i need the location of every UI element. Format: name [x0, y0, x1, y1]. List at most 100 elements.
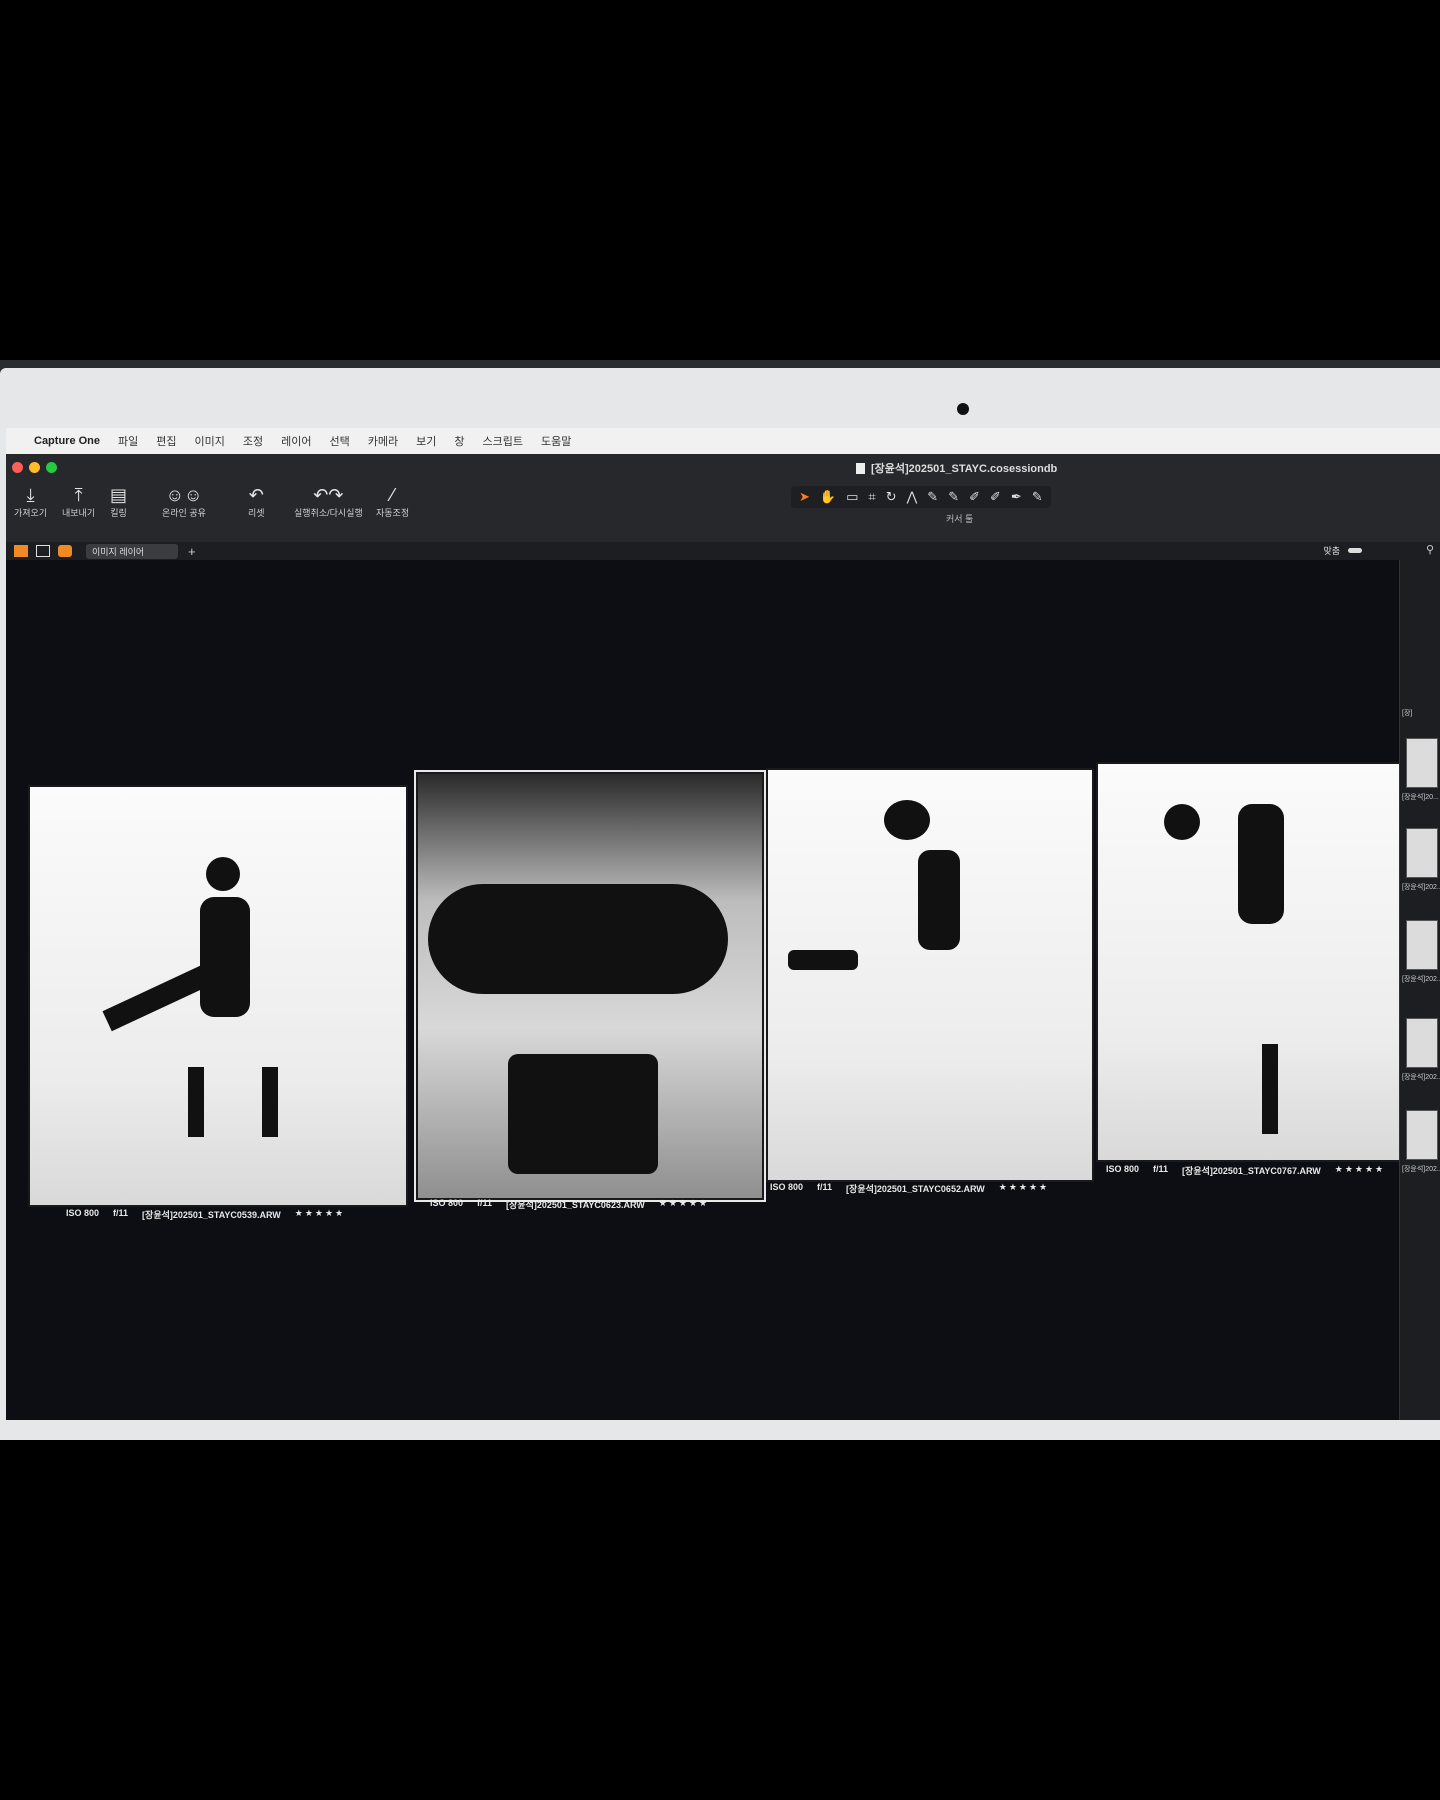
hand-icon[interactable]: ✋ — [820, 489, 836, 505]
filmstrip-label: [장윤석]20... — [1402, 794, 1439, 801]
select-cursor-icon[interactable]: ➤ — [799, 489, 810, 505]
export-button[interactable]: ⤒ 내보내기 — [62, 484, 95, 519]
filmstrip-label: [장윤석]202...0636.ARW — [1402, 1074, 1440, 1081]
brush-icon[interactable]: ✎ — [948, 489, 959, 505]
gradient-icon[interactable]: ✐ — [990, 489, 1001, 505]
photo-thumbnail[interactable] — [766, 768, 1094, 1182]
export-label: 내보내기 — [62, 508, 96, 518]
iso-value: ISO 800 — [770, 1182, 804, 1192]
app-menu[interactable]: Capture One — [34, 435, 100, 447]
add-layer-icon[interactable]: + — [188, 544, 196, 559]
iso-value: ISO 800 — [1106, 1164, 1140, 1174]
search-icon[interactable]: ⚲ — [1426, 543, 1434, 556]
photo-caption: ISO 800 f/11 [장윤석]202501_STAYC0767.ARW ★… — [1106, 1164, 1385, 1177]
share-button[interactable]: ☺☺ 온라인 공유 — [162, 484, 206, 519]
keystone-icon[interactable]: ⋀ — [907, 489, 918, 505]
image-viewer: ISO 800 f/11 [장윤석]202501_STAYC0539.ARW ★… — [6, 560, 1406, 1420]
figure-boot — [188, 1067, 204, 1137]
figure-boot — [262, 1067, 278, 1137]
filmstrip-label: [장윤석]202...0639.ARW — [1402, 1166, 1440, 1173]
undo-redo-button[interactable]: ↶↷ 실행취소/다시실행 — [294, 484, 363, 519]
figure-body — [200, 897, 250, 1017]
reset-icon: ↶ — [248, 485, 264, 505]
figure-body — [1238, 804, 1284, 924]
toolbar: [장윤석]202501_STAYC.cosessiondb ⤓ 가져오기 ⤒ 내… — [6, 454, 1440, 542]
minimize-button[interactable] — [29, 462, 40, 473]
rating-stars[interactable]: ★★★★★ — [659, 1198, 709, 1211]
single-view-icon[interactable] — [36, 545, 50, 557]
filmstrip-thumb[interactable] — [1406, 738, 1438, 788]
photo-caption: ISO 800 f/11 [장윤석]202501_STAYC0652.ARW ★… — [770, 1182, 1049, 1195]
people-icon: ☺☺ — [165, 485, 203, 505]
import-icon: ⤓ — [26, 485, 35, 505]
menu-help[interactable]: 도움말 — [541, 433, 571, 449]
filmstrip-thumb[interactable] — [1406, 920, 1438, 970]
figure-sunglasses — [428, 884, 728, 994]
filmstrip: [장] [장윤석]20... [장윤석]202...06 [장윤석]202...… — [1399, 560, 1440, 1420]
photo-thumbnail-selected[interactable] — [414, 770, 766, 1202]
annotation-icon[interactable]: ✎ — [1032, 489, 1043, 505]
picker-icon[interactable]: ✒ — [1011, 489, 1022, 505]
filmstrip-label: [장윤석]202...0633.A — [1402, 976, 1440, 983]
reset-button[interactable]: ↶ 리셋 — [248, 484, 265, 519]
file-name: [장윤석]202501_STAYC0767.ARW — [1182, 1166, 1321, 1176]
photo-thumbnail[interactable] — [28, 785, 408, 1207]
menu-camera[interactable]: 카메라 — [368, 433, 398, 449]
window-controls — [12, 462, 57, 473]
aperture-value: f/11 — [113, 1208, 129, 1218]
proof-view-icon[interactable] — [58, 545, 72, 557]
zoom-slider[interactable] — [1348, 548, 1362, 553]
iso-value: ISO 800 — [66, 1208, 100, 1218]
rating-stars[interactable]: ★★★★★ — [999, 1182, 1049, 1195]
share-label: 온라인 공유 — [162, 508, 206, 518]
auto-adjust-button[interactable]: ⁄ 자동조정 — [376, 484, 409, 519]
figure-head — [1164, 804, 1200, 840]
menu-view[interactable]: 보기 — [416, 433, 436, 449]
layer-select[interactable]: 이미지 레이어 — [86, 543, 178, 559]
menu-image[interactable]: 이미지 — [195, 433, 225, 449]
figure-head — [884, 800, 930, 840]
cursor-tools: ➤ ✋ ▭ ⌗ ↻ ⋀ ✎ ✎ ✐ ✐ ✒ ✎ — [791, 486, 1051, 508]
aperture-value: f/11 — [477, 1198, 493, 1208]
eraser-icon[interactable]: ✐ — [969, 489, 980, 505]
auto-adjust-label: 자동조정 — [376, 508, 410, 518]
recipe-label: 킬링 — [110, 508, 127, 518]
viewer-bar: 이미지 레이어 + 맞춤 ⚲ — [6, 542, 1440, 560]
rating-stars[interactable]: ★★★★★ — [295, 1208, 345, 1221]
file-name: [장윤석]202501_STAYC0539.ARW — [142, 1210, 281, 1220]
menu-adjust[interactable]: 조정 — [243, 433, 263, 449]
menu-layer[interactable]: 레이어 — [281, 433, 311, 449]
document-icon — [856, 462, 865, 474]
photo-caption: ISO 800 f/11 [장윤석]202501_STAYC0623.ARW ★… — [430, 1198, 709, 1211]
filmstrip-thumb[interactable] — [1406, 1110, 1438, 1160]
reset-label: 리셋 — [248, 508, 265, 518]
aperture-value: f/11 — [1153, 1164, 1169, 1174]
menu-select[interactable]: 선택 — [330, 433, 350, 449]
close-button[interactable] — [12, 462, 23, 473]
loupe-icon[interactable]: ▭ — [846, 489, 858, 505]
filmstrip-thumb[interactable] — [1406, 828, 1438, 878]
figure-boot — [1262, 1044, 1278, 1134]
spot-icon[interactable]: ✎ — [927, 489, 938, 505]
menu-scripts[interactable]: 스크립트 — [483, 433, 523, 449]
rating-stars[interactable]: ★★★★★ — [1335, 1164, 1385, 1177]
photo-thumbnail[interactable] — [1096, 762, 1406, 1162]
menu-window[interactable]: 창 — [454, 433, 464, 449]
menu-edit[interactable]: 편집 — [156, 433, 176, 449]
grid-view-icon[interactable] — [14, 545, 28, 557]
file-name: [장윤석]202501_STAYC0623.ARW — [506, 1200, 645, 1210]
rotate-icon[interactable]: ↻ — [886, 489, 897, 505]
menu-file[interactable]: 파일 — [118, 433, 138, 449]
screen: Capture One 파일 편집 이미지 조정 레이어 선택 카메라 보기 창… — [6, 428, 1440, 1420]
figure-top — [508, 1054, 658, 1174]
crop-icon[interactable]: ⌗ — [868, 489, 875, 505]
fit-label[interactable]: 맞춤 — [1323, 544, 1340, 557]
import-button[interactable]: ⤓ 가져오기 — [14, 484, 47, 519]
zoom-button[interactable] — [46, 462, 57, 473]
iso-value: ISO 800 — [430, 1198, 464, 1208]
import-label: 가져오기 — [14, 508, 48, 518]
recipe-button[interactable]: ▤ 킬링 — [110, 484, 127, 519]
photo-caption: ISO 800 f/11 [장윤석]202501_STAYC0539.ARW ★… — [66, 1208, 345, 1221]
filmstrip-thumb[interactable] — [1406, 1018, 1438, 1068]
document-title-text: [장윤석]202501_STAYC.cosessiondb — [871, 463, 1058, 475]
